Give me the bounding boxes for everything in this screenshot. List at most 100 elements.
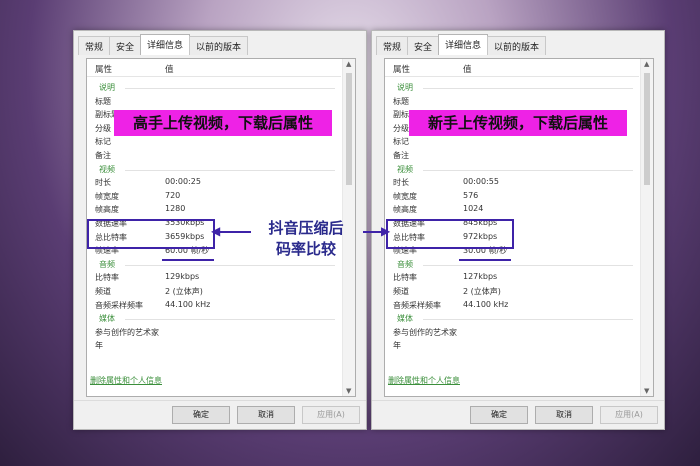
- tab-details[interactable]: 详细信息: [438, 34, 489, 55]
- apply-button[interactable]: 应用(A): [600, 406, 658, 424]
- column-header-value[interactable]: 值: [463, 63, 472, 75]
- arrow-left-icon: ◀: [211, 224, 221, 238]
- property-row[interactable]: 帧高度 1280: [87, 203, 341, 217]
- tab-strip: 常规 安全 详细信息 以前的版本: [376, 34, 547, 55]
- section-label: 媒体: [99, 314, 115, 324]
- underline-framerate-right: [459, 259, 511, 261]
- remove-properties-link[interactable]: 删除属性和个人信息: [90, 375, 162, 386]
- property-row[interactable]: 年: [385, 339, 639, 353]
- section-header: 音频: [385, 258, 639, 272]
- underline-framerate-left: [162, 259, 214, 261]
- scrollbar[interactable]: ▲ ▼: [640, 59, 653, 396]
- property-name: 帧宽度: [95, 191, 119, 201]
- property-row[interactable]: 标题: [87, 95, 341, 109]
- section-header: 说明: [385, 81, 639, 95]
- scroll-down-icon[interactable]: ▼: [346, 387, 351, 395]
- property-row[interactable]: 频道 2 (立体声): [87, 285, 341, 299]
- property-name: 帧高度: [95, 205, 119, 215]
- property-name: 音频采样频率: [95, 300, 143, 310]
- property-row[interactable]: 音频采样频率 44.100 kHz: [87, 299, 341, 313]
- column-header-property[interactable]: 属性: [393, 63, 410, 75]
- property-name: 分级: [95, 123, 111, 133]
- property-value: 44.100 kHz: [463, 299, 509, 309]
- section-label: 视频: [397, 164, 413, 174]
- banner-novice-upload: 新手上传视频，下载后属性: [409, 110, 627, 136]
- property-row[interactable]: 帧高度 1024: [385, 203, 639, 217]
- property-row[interactable]: 年: [87, 339, 341, 353]
- property-name: 标记: [393, 137, 409, 147]
- property-name: 标题: [95, 96, 111, 106]
- property-value: 00:00:25: [165, 177, 201, 187]
- property-name: 年: [95, 341, 103, 351]
- scroll-up-icon[interactable]: ▲: [644, 60, 649, 68]
- property-row[interactable]: 标记: [385, 135, 639, 149]
- banner-expert-upload: 高手上传视频，下载后属性: [114, 110, 332, 136]
- property-name: 备注: [95, 150, 111, 160]
- highlight-box-left: [87, 219, 215, 249]
- scroll-thumb[interactable]: [346, 73, 352, 185]
- property-name: 帧宽度: [393, 191, 417, 201]
- property-row[interactable]: 帧宽度 576: [385, 190, 639, 204]
- scroll-up-icon[interactable]: ▲: [346, 60, 351, 68]
- comparison-label-line2: 码率比较: [275, 240, 336, 258]
- button-bar: 确定 取消 应用(A): [372, 400, 664, 429]
- property-value: 576: [463, 190, 479, 200]
- property-name: 频道: [393, 286, 409, 296]
- remove-properties-link[interactable]: 删除属性和个人信息: [388, 375, 460, 386]
- property-row[interactable]: 时长 00:00:55: [385, 176, 639, 190]
- watermark-right: PHOTOSKS.VIP: [424, 157, 510, 168]
- section-label: 说明: [397, 83, 413, 92]
- property-row[interactable]: 比特率 127kbps: [385, 271, 639, 285]
- property-name: 时长: [393, 178, 409, 188]
- property-row[interactable]: 标题: [385, 95, 639, 109]
- property-row[interactable]: 标记: [87, 135, 341, 149]
- tab-strip: 常规 安全 详细信息 以前的版本: [78, 34, 249, 55]
- property-name: 年: [393, 341, 401, 351]
- tab-security[interactable]: 安全: [109, 36, 142, 55]
- property-row[interactable]: 帧宽度 720: [87, 190, 341, 204]
- scroll-down-icon[interactable]: ▼: [644, 387, 649, 395]
- ok-button[interactable]: 确定: [470, 406, 528, 424]
- property-row[interactable]: 比特率 129kbps: [87, 271, 341, 285]
- column-header-property[interactable]: 属性: [95, 63, 112, 75]
- comparison-label: 抖音压缩后 码率比较: [251, 218, 361, 260]
- apply-button[interactable]: 应用(A): [302, 406, 360, 424]
- section-label: 音频: [99, 259, 115, 269]
- tab-security[interactable]: 安全: [407, 36, 440, 55]
- section-label: 视频: [99, 164, 115, 174]
- arrow-line-left: [219, 231, 251, 233]
- property-name: 备注: [393, 150, 409, 160]
- property-row[interactable]: 音频采样频率 44.100 kHz: [385, 299, 639, 313]
- property-name: 比特率: [95, 273, 119, 283]
- property-value: 00:00:55: [463, 177, 499, 187]
- tab-general[interactable]: 常规: [376, 36, 409, 55]
- cancel-button[interactable]: 取消: [535, 406, 593, 424]
- property-row[interactable]: 参与创作的艺术家: [87, 326, 341, 340]
- property-name: 标记: [95, 137, 111, 147]
- tab-details[interactable]: 详细信息: [140, 34, 191, 55]
- property-name: 时长: [95, 178, 111, 188]
- ok-button[interactable]: 确定: [172, 406, 230, 424]
- property-value: 1280: [165, 204, 186, 214]
- property-row[interactable]: 参与创作的艺术家: [385, 326, 639, 340]
- property-value: 2 (立体声): [463, 286, 501, 296]
- property-row[interactable]: 时长 00:00:25: [87, 176, 341, 190]
- property-name: 音频采样频率: [393, 300, 441, 310]
- scroll-thumb[interactable]: [644, 73, 650, 185]
- section-header: 媒体: [87, 312, 341, 326]
- property-value: 44.100 kHz: [165, 299, 211, 309]
- property-name: 频道: [95, 286, 111, 296]
- section-header: 说明: [87, 81, 341, 95]
- tab-previous-versions[interactable]: 以前的版本: [487, 36, 547, 55]
- list-header: 属性 值: [385, 59, 639, 77]
- cancel-button[interactable]: 取消: [237, 406, 295, 424]
- property-name: 参与创作的艺术家: [95, 327, 159, 337]
- property-name: 帧高度: [393, 205, 417, 215]
- tab-general[interactable]: 常规: [78, 36, 111, 55]
- column-header-value[interactable]: 值: [165, 63, 174, 75]
- section-label: 音频: [397, 259, 413, 269]
- watermark-left: 世 纪 新 干 线: [150, 161, 231, 172]
- property-name: 标题: [393, 96, 409, 106]
- property-row[interactable]: 频道 2 (立体声): [385, 285, 639, 299]
- tab-previous-versions[interactable]: 以前的版本: [189, 36, 249, 55]
